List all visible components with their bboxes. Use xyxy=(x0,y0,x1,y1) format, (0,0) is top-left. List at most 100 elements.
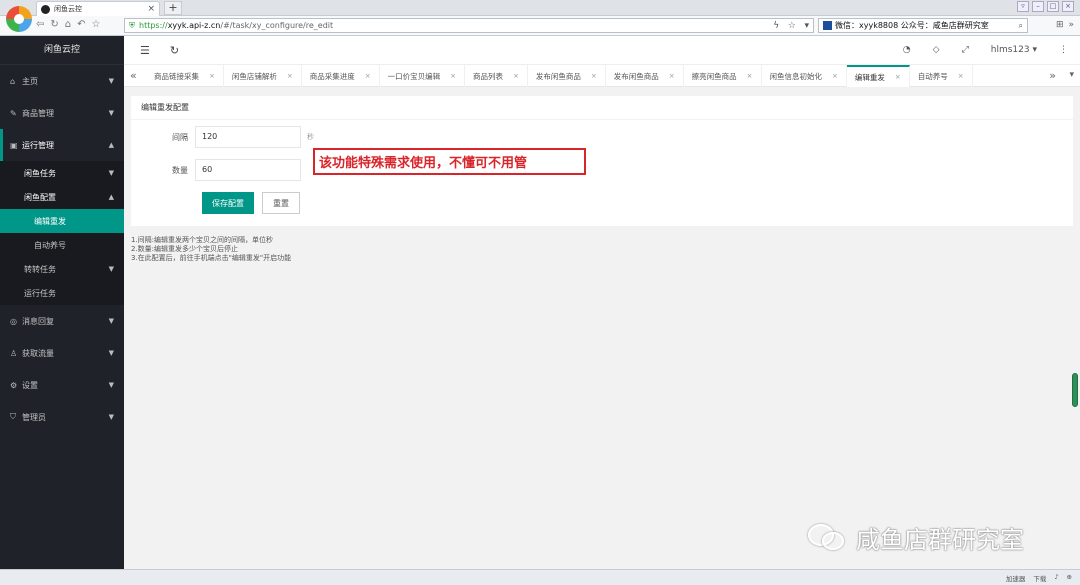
chevron-down-icon: ▼ xyxy=(108,413,114,421)
sidebar-item-xianyu-config[interactable]: 闲鱼配置 ▲ xyxy=(0,185,124,209)
close-window-icon[interactable]: × xyxy=(1062,1,1074,12)
side-scroll-handle[interactable] xyxy=(1072,373,1078,407)
sidebar-item-run-task[interactable]: 运行任务 xyxy=(0,281,124,305)
page-tab[interactable]: 发布闲鱼商品 × xyxy=(528,65,606,87)
close-tab-icon[interactable]: × xyxy=(147,4,155,14)
url-host: xyyk.api-z.cn xyxy=(167,21,221,30)
page-tab[interactable]: 闲鱼信息初始化 × xyxy=(762,65,847,87)
skin-icon[interactable]: ▿ xyxy=(1017,1,1029,12)
tabs-scroll-left-icon[interactable]: « xyxy=(130,69,137,82)
sidebar-item-label: 商品管理 xyxy=(22,108,54,118)
accelerator-label[interactable]: 加速器 xyxy=(1006,573,1026,583)
maximize-icon[interactable]: □ xyxy=(1047,1,1059,12)
close-icon[interactable]: × xyxy=(209,72,215,80)
new-tab-button[interactable]: + xyxy=(164,1,182,15)
more-vertical-icon[interactable]: ⋮ xyxy=(1059,45,1068,55)
fullscreen-icon[interactable]: ⤢ xyxy=(962,45,969,55)
refresh-page-icon[interactable]: ↻ xyxy=(170,44,179,57)
interval-label: 间隔 xyxy=(172,132,188,142)
help-note: 1.间隔:编辑重发两个宝贝之间的间隔，单位秒 xyxy=(131,236,274,244)
page-tab[interactable]: 自动养号 × xyxy=(910,65,973,87)
save-config-button[interactable]: 保存配置 xyxy=(202,192,254,214)
page-tab[interactable]: 商品列表 × xyxy=(465,65,528,87)
sidebar-item-label: 闲鱼任务 xyxy=(24,168,56,178)
page-tab-label: 发布闲鱼商品 xyxy=(613,71,659,81)
menu-toggle-icon[interactable]: ☰ xyxy=(140,44,150,57)
sidebar-item-settings[interactable]: ⚙ 设置 ▼ xyxy=(0,369,124,401)
grid-icon[interactable]: ⊞ xyxy=(1056,20,1064,30)
statusbar-tools: 加速器 下载 ♪ ⊕ xyxy=(1006,573,1072,583)
secure-shield-icon: ⛨ xyxy=(129,20,135,30)
sidebar-item-label: 获取流量 xyxy=(22,348,54,358)
page-tab[interactable]: 闲鱼店铺解析 × xyxy=(224,65,302,87)
browser-logo[interactable] xyxy=(6,6,32,32)
reset-button[interactable]: 重置 xyxy=(262,192,300,214)
close-icon[interactable]: × xyxy=(513,72,519,80)
close-icon[interactable]: × xyxy=(832,72,838,80)
sidebar-item-message[interactable]: ◎ 消息回复 ▼ xyxy=(0,305,124,337)
page-tab-active[interactable]: 编辑重发 × xyxy=(846,65,910,87)
bookmark-star-icon[interactable]: ☆ xyxy=(788,21,796,31)
tabs-menu-chevron-icon[interactable]: ▾ xyxy=(1069,70,1074,80)
shield-icon: ⛉ xyxy=(10,412,16,421)
lightning-icon[interactable]: ϟ xyxy=(773,21,779,31)
page-tab-label: 编辑重发 xyxy=(854,72,885,82)
watermark: 咸鱼店群研究室 xyxy=(808,520,1024,555)
close-icon[interactable]: × xyxy=(365,72,371,80)
page-tab[interactable]: 发布闲鱼商品 × xyxy=(606,65,684,87)
more-arrows-icon[interactable]: » xyxy=(1068,20,1074,30)
back-icon[interactable]: ⇦ xyxy=(36,19,44,30)
user-icon: ♙ xyxy=(10,348,18,358)
page-tabs: « 商品链接采集 × 闲鱼店铺解析 × 商品采集进度 × 一口价宝贝编辑 × 商品列表 ×… xyxy=(124,65,1080,87)
sidebar-item-label: 转转任务 xyxy=(24,264,56,274)
minimize-icon[interactable]: – xyxy=(1032,1,1044,12)
interval-row: 间隔 120 秒 xyxy=(131,126,314,148)
sidebar-item-run[interactable]: ▣ 运行管理 ▲ xyxy=(0,129,124,161)
page-tab-label: 闲鱼店铺解析 xyxy=(231,71,277,81)
sidebar-item-xianyu-task[interactable]: 闲鱼任务 ▼ xyxy=(0,161,124,185)
volume-icon[interactable]: ♪ xyxy=(1054,573,1058,583)
page-tab[interactable]: 一口价宝贝编辑 × xyxy=(380,65,465,87)
user-menu[interactable]: hlms123 ▾ xyxy=(991,45,1037,55)
tabs-scroll-right-icon[interactable]: » xyxy=(1049,69,1056,82)
watermark-text: 咸鱼店群研究室 xyxy=(856,526,1024,554)
zoom-icon[interactable]: ⊕ xyxy=(1067,573,1072,583)
user-name: hlms123 xyxy=(990,45,1030,55)
close-icon[interactable]: × xyxy=(958,72,964,80)
undo-icon[interactable]: ↶ xyxy=(77,19,85,30)
address-bar[interactable]: ⛨ https:// xyyk.api-z.cn /#/task/xy_conf… xyxy=(124,18,814,33)
favorite-icon[interactable]: ☆ xyxy=(92,19,101,30)
close-icon[interactable]: × xyxy=(895,73,901,81)
close-icon[interactable]: × xyxy=(591,72,597,80)
help-note: 3.在此配置后，前往手机端点击"编辑重发"开启功能 xyxy=(131,254,292,262)
sidebar-item-label: 运行管理 xyxy=(22,140,54,150)
download-label[interactable]: 下载 xyxy=(1033,573,1046,583)
sidebar-item-goods[interactable]: ✎ 商品管理 ▼ xyxy=(0,97,124,129)
sidebar-item-auto-nurture[interactable]: 自动养号 xyxy=(0,233,124,257)
close-icon[interactable]: × xyxy=(450,72,456,80)
close-icon[interactable]: × xyxy=(287,72,293,80)
browser-tab[interactable]: 闲鱼云控 × xyxy=(36,1,160,16)
browser-navbar: ⇦ ↻ ⌂ ↶ ☆ ⛨ https:// xyyk.api-z.cn /#/ta… xyxy=(0,16,1080,36)
page-tab[interactable]: 商品链接采集 × xyxy=(146,65,224,87)
page-tab[interactable]: 商品采集进度 × xyxy=(302,65,380,87)
sidebar-item-zhuanzhuan-task[interactable]: 转转任务 ▼ xyxy=(0,257,124,281)
interval-input[interactable]: 120 xyxy=(195,126,301,148)
sidebar-item-label: 自动养号 xyxy=(34,240,66,250)
sidebar-item-home[interactable]: ⌂ 主页 ▼ xyxy=(0,65,124,97)
count-input[interactable]: 60 xyxy=(195,159,301,181)
sidebar-item-traffic[interactable]: ♙ 获取流量 ▼ xyxy=(0,337,124,369)
search-icon[interactable]: ⌕ xyxy=(1019,21,1023,31)
page-tab[interactable]: 擦亮闲鱼商品 × xyxy=(684,65,762,87)
close-icon[interactable]: × xyxy=(669,72,675,80)
tag-icon[interactable]: ◇ xyxy=(933,45,940,55)
home-nav-icon[interactable]: ⌂ xyxy=(65,19,71,30)
refresh-icon[interactable]: ↻ xyxy=(50,19,58,30)
sidebar-item-admin[interactable]: ⛉ 管理员 ▼ xyxy=(0,401,124,433)
dropdown-icon[interactable]: ▾ xyxy=(804,21,809,31)
page-tab-list: 商品链接采集 × 闲鱼店铺解析 × 商品采集进度 × 一口价宝贝编辑 × 商品列表 × 发… xyxy=(146,65,973,87)
close-icon[interactable]: × xyxy=(747,72,753,80)
search-box[interactable]: 微信：xyyk8808 公众号：咸鱼店群研究室 ⌕ xyxy=(818,18,1028,33)
theme-icon[interactable]: ◔ xyxy=(903,45,911,55)
sidebar-item-edit-repost[interactable]: 编辑重发 xyxy=(0,209,124,233)
